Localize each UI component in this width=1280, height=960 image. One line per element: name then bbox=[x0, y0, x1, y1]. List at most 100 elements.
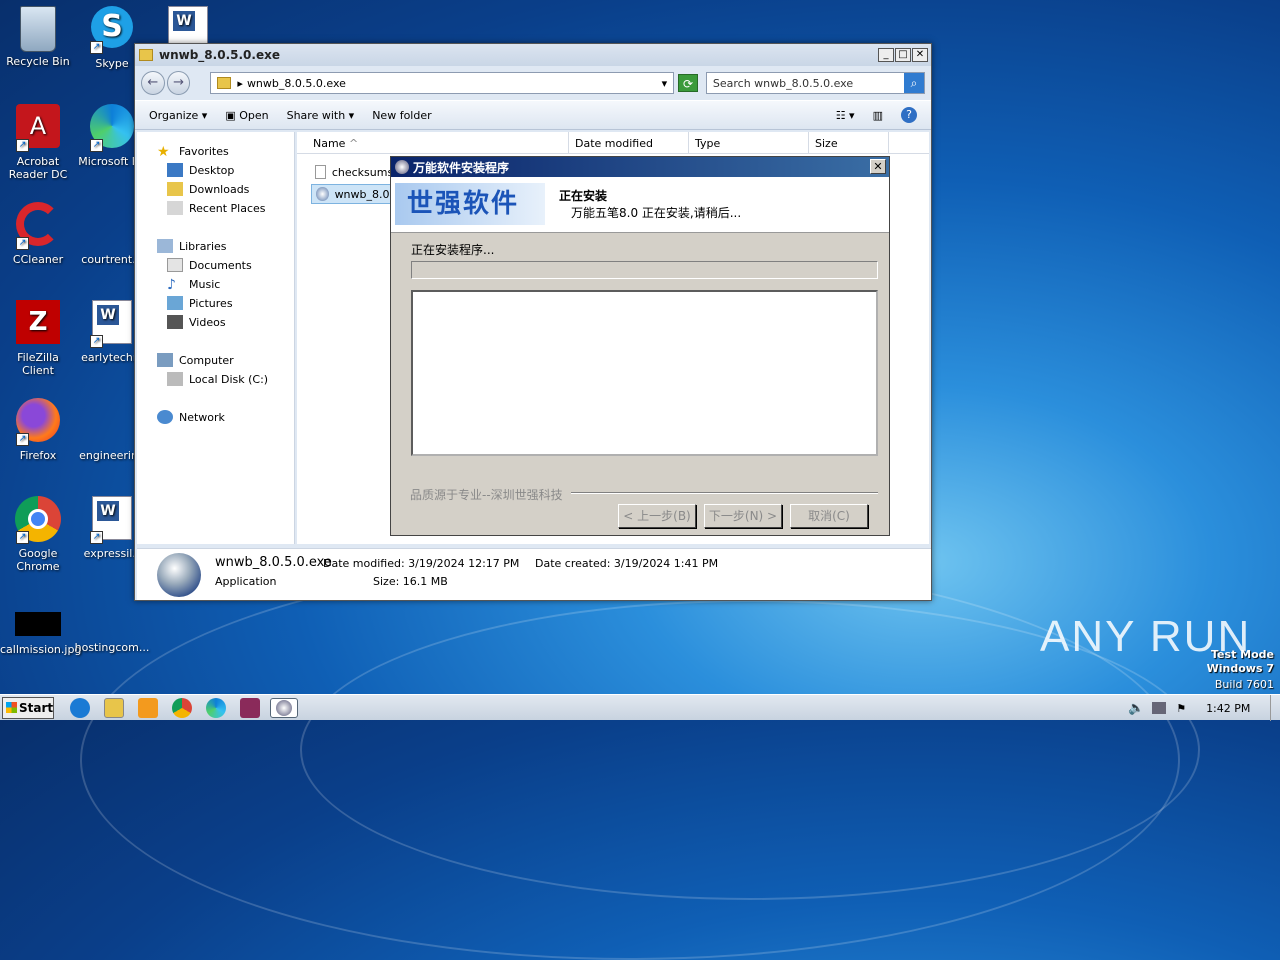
command-bar: Organize ▾ ▣ Open Share with ▾ New folde… bbox=[135, 100, 931, 130]
nav-downloads[interactable]: Downloads bbox=[167, 182, 249, 196]
installer-logo: 世强软件 bbox=[395, 183, 545, 225]
explorer-title: wnwb_8.0.5.0.exe bbox=[159, 48, 280, 62]
details-pane: wnwb_8.0.5.0.exe Application Date modifi… bbox=[137, 548, 931, 600]
navigation-pane: ★ Favorites Desktop Downloads Recent Plac… bbox=[137, 132, 295, 544]
system-tray: 🔈 ⚑ 1:42 PM bbox=[1120, 695, 1280, 721]
installer-footer-text: 品质源于专业--深圳世强科技 bbox=[410, 488, 563, 502]
nav-libraries[interactable]: Libraries bbox=[157, 239, 227, 253]
folder-icon bbox=[139, 49, 153, 61]
share-with-button[interactable]: Share with ▾ bbox=[287, 109, 355, 122]
network-tray-icon[interactable] bbox=[1152, 702, 1167, 714]
recycle-bin-icon bbox=[20, 6, 56, 52]
column-type[interactable]: Type bbox=[689, 132, 809, 153]
search-icon[interactable]: ⌕ bbox=[903, 73, 924, 93]
app-large-icon bbox=[157, 553, 201, 597]
desktop-icon-recycle-bin[interactable]: Recycle Bin bbox=[0, 6, 76, 68]
flag-icon[interactable]: ⚑ bbox=[1176, 702, 1186, 715]
ie-icon[interactable] bbox=[70, 698, 90, 718]
search-input[interactable]: Search wnwb_8.0.5.0.exe ⌕ bbox=[705, 72, 925, 94]
chevron-down-icon[interactable]: ▾ bbox=[662, 77, 668, 90]
explorer-taskbar-icon[interactable] bbox=[104, 698, 124, 718]
nav-pictures[interactable]: Pictures bbox=[167, 296, 233, 310]
nav-desktop[interactable]: Desktop bbox=[167, 163, 234, 177]
details-date-created: Date created: 3/19/2024 1:41 PM bbox=[535, 557, 719, 570]
column-size[interactable]: Size bbox=[809, 132, 889, 153]
test-mode-text: Test Mode bbox=[1211, 648, 1274, 661]
clock[interactable]: 1:42 PM bbox=[1206, 702, 1250, 715]
cancel-button[interactable]: 取消(C) bbox=[790, 504, 868, 528]
details-date-modified: Date modified: 3/19/2024 12:17 PM bbox=[323, 557, 520, 570]
media-player-icon[interactable] bbox=[138, 698, 158, 718]
computer-icon bbox=[157, 353, 173, 367]
desktop-icon bbox=[167, 163, 183, 177]
close-button[interactable]: ✕ bbox=[912, 48, 928, 62]
taskbar: Start 🔈 ⚑ 1:42 PM bbox=[0, 694, 1280, 721]
details-kind: Application bbox=[215, 575, 277, 588]
chrome-icon: ↗ bbox=[14, 496, 62, 544]
volume-icon[interactable]: 🔈 bbox=[1128, 701, 1144, 716]
installer-subheading: 万能五笔8.0 正在安装,请稍后... bbox=[571, 206, 742, 220]
word-doc-icon: W ↗ bbox=[88, 496, 136, 544]
show-desktop-button[interactable] bbox=[1270, 695, 1280, 721]
desktop-icon-acrobat[interactable]: A ↗ Acrobat Reader DC bbox=[0, 104, 76, 181]
view-options-icon[interactable]: ☷ ▾ bbox=[836, 109, 855, 122]
details-size: Size: 16.1 MB bbox=[373, 575, 448, 588]
edge-taskbar-icon[interactable] bbox=[206, 698, 226, 718]
column-date-modified[interactable]: Date modified bbox=[569, 132, 689, 153]
installer-titlebar[interactable]: 万能软件安装程序 bbox=[391, 157, 889, 177]
image-file-icon bbox=[14, 612, 62, 640]
nav-recent-places[interactable]: Recent Places bbox=[167, 201, 266, 215]
open-button[interactable]: ▣ Open bbox=[225, 109, 268, 122]
installer-dialog: 万能软件安装程序 ✕ 世强软件 正在安装 万能五笔8.0 正在安装,请稍后...… bbox=[390, 156, 890, 536]
text-file-icon bbox=[315, 165, 326, 179]
firefox-icon: ↗ bbox=[14, 398, 62, 446]
installer-close-button[interactable]: ✕ bbox=[870, 159, 886, 174]
windows-logo-icon bbox=[6, 702, 17, 713]
desktop-icon-ccleaner[interactable]: ↗ CCleaner bbox=[0, 202, 76, 266]
skype-icon: S ↗ bbox=[88, 6, 136, 54]
network-icon bbox=[157, 410, 173, 424]
maximize-button[interactable]: □ bbox=[895, 48, 911, 62]
winrar-icon[interactable] bbox=[240, 698, 260, 718]
help-icon[interactable]: ? bbox=[901, 107, 917, 123]
libraries-icon bbox=[157, 239, 173, 253]
file-row-selected[interactable]: wnwb_8.0.5 bbox=[311, 184, 401, 204]
nav-videos[interactable]: Videos bbox=[167, 315, 226, 329]
file-row[interactable]: checksums.t bbox=[311, 162, 401, 182]
column-name[interactable]: Name ^ bbox=[297, 132, 569, 153]
minimize-button[interactable]: _ bbox=[878, 48, 894, 62]
nav-favorites[interactable]: ★ Favorites bbox=[157, 144, 229, 160]
nav-local-disk[interactable]: Local Disk (C:) bbox=[167, 372, 268, 386]
next-button[interactable]: 下一步(N) > bbox=[704, 504, 782, 528]
install-log-box[interactable] bbox=[411, 290, 878, 456]
desktop-icon-hostingcom[interactable]: hostingcom... bbox=[74, 610, 150, 654]
install-status-text: 正在安装程序... bbox=[411, 243, 495, 257]
address-path: wnwb_8.0.5.0.exe bbox=[246, 76, 346, 90]
chrome-taskbar-icon[interactable] bbox=[172, 698, 192, 718]
desktop-icon-firefox[interactable]: ↗ Firefox bbox=[0, 398, 76, 462]
refresh-icon[interactable]: ⟳ bbox=[678, 74, 698, 92]
downloads-icon bbox=[167, 182, 183, 196]
organize-button[interactable]: Organize ▾ bbox=[149, 109, 207, 122]
nav-music[interactable]: ♪ Music bbox=[167, 277, 220, 293]
desktop-icon-chrome[interactable]: ↗ Google Chrome bbox=[0, 496, 76, 573]
desktop-icon-callmission[interactable]: callmission.jpg bbox=[0, 610, 81, 656]
back-button[interactable]: < 上一步(B) bbox=[618, 504, 696, 528]
pictures-icon bbox=[167, 296, 183, 310]
back-arrow-icon[interactable]: ← bbox=[141, 71, 165, 95]
forward-arrow-icon[interactable]: → bbox=[166, 71, 191, 95]
address-bar[interactable]: ▸ wnwb_8.0.5.0.exe ▾ bbox=[210, 72, 675, 94]
nav-computer[interactable]: Computer bbox=[157, 353, 234, 367]
install-progress-bar bbox=[411, 261, 878, 279]
start-button[interactable]: Start bbox=[2, 697, 54, 719]
installer-taskbar-icon[interactable] bbox=[270, 698, 298, 718]
nav-network[interactable]: Network bbox=[157, 410, 225, 424]
desktop-icon-filezilla[interactable]: Z FileZilla Client bbox=[0, 300, 76, 377]
nav-documents[interactable]: Documents bbox=[167, 258, 252, 272]
windows-version-text: Windows 7 bbox=[1206, 662, 1274, 675]
explorer-titlebar[interactable]: wnwb_8.0.5.0.exe bbox=[135, 44, 931, 66]
address-bar-row: ← → ▸ wnwb_8.0.5.0.exe ▾ ⟳ Search wnwb_8… bbox=[135, 66, 931, 100]
new-folder-button[interactable]: New folder bbox=[372, 109, 431, 122]
preview-pane-icon[interactable]: ▥ bbox=[873, 109, 883, 122]
installer-header: 世强软件 正在安装 万能五笔8.0 正在安装,请稍后... bbox=[391, 177, 889, 233]
